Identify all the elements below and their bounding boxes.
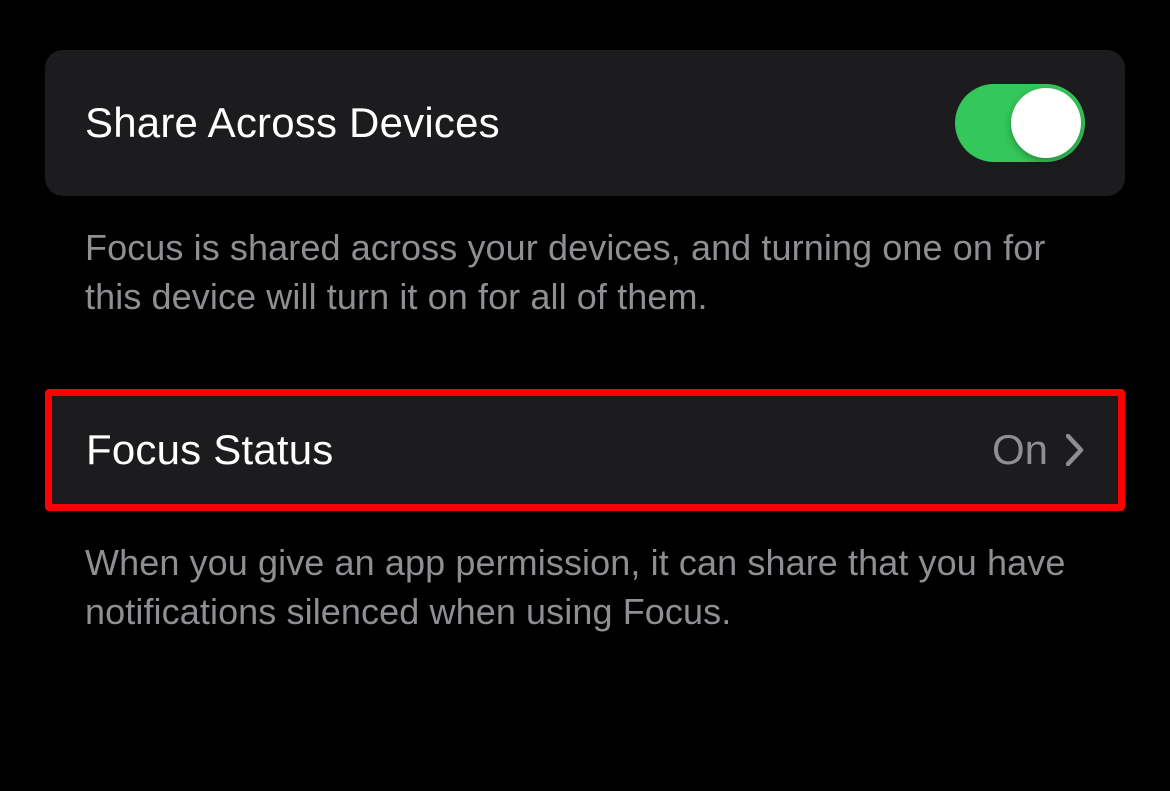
share-across-devices-row[interactable]: Share Across Devices xyxy=(45,50,1125,196)
focus-status-label: Focus Status xyxy=(86,426,334,474)
focus-status-right: On xyxy=(992,426,1084,474)
chevron-right-icon xyxy=(1066,434,1084,466)
toggle-knob xyxy=(1011,88,1081,158)
share-across-devices-label: Share Across Devices xyxy=(85,99,500,147)
share-across-devices-footer: Focus is shared across your devices, and… xyxy=(45,196,1125,321)
focus-status-row[interactable]: Focus Status On xyxy=(52,396,1118,504)
focus-status-footer: When you give an app permission, it can … xyxy=(45,511,1125,636)
share-across-devices-toggle[interactable] xyxy=(955,84,1085,162)
focus-status-value: On xyxy=(992,426,1048,474)
highlight-annotation: Focus Status On xyxy=(45,389,1125,511)
